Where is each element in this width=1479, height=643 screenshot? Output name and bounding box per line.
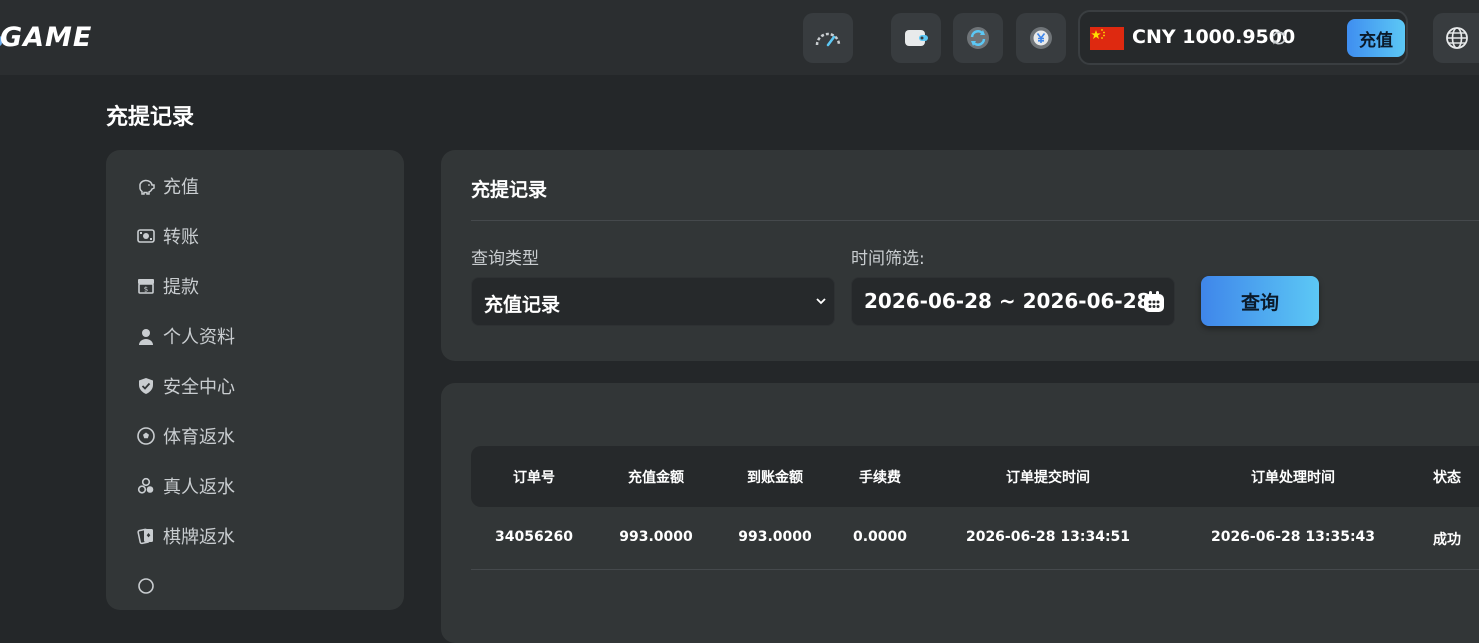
col-deposit-amount: 充值金额	[628, 470, 684, 486]
sidebar-item-security[interactable]: 安全中心	[136, 371, 235, 401]
cell-status: 成功	[1433, 532, 1461, 548]
yen-button[interactable]	[1016, 13, 1066, 63]
cell-submit-time: 2026-06-28 13:34:51	[965, 529, 1131, 545]
wallet-icon	[905, 30, 928, 46]
col-status: 状态	[1433, 470, 1461, 486]
sidebar-item-label: 提款	[163, 277, 199, 298]
filter-panel: 充提记录 查询类型 充值记录 时间筛选: 2026-06-28 ~ 2026-0…	[441, 150, 1479, 361]
cell-order-id: 34056260	[495, 529, 573, 545]
cash-icon	[136, 226, 156, 246]
cell-process-time: 2026-06-28 13:35:43	[1210, 529, 1376, 545]
table-row: 34056260 993.0000 993.0000 0.0000 2026-0…	[471, 507, 1479, 570]
svg-text:$: $	[144, 286, 148, 294]
refresh-icon[interactable]	[1270, 29, 1288, 47]
refresh-exchange-icon	[967, 27, 989, 49]
sidebar-item-label: 棋牌返水	[163, 527, 235, 548]
sidebar-item-label: 转账	[163, 227, 199, 248]
shield-icon	[136, 376, 156, 396]
sidebar-item-label: 真人返水	[163, 477, 235, 498]
query-type-select[interactable]: 充值记录	[471, 277, 835, 326]
cell-deposit-amount: 993.0000	[619, 529, 693, 545]
divider	[471, 220, 1479, 221]
balance-box: CNY 1000.9500 充值	[1078, 10, 1408, 65]
date-range-input[interactable]: 2026-06-28 ~ 2026-06-28	[851, 277, 1175, 326]
piggy-bank-icon	[136, 176, 156, 196]
sidebar-item-deposit[interactable]: 充值	[136, 171, 199, 201]
sidebar-item-live-rebate[interactable]: 真人返水	[136, 471, 235, 501]
col-fee: 手续费	[859, 470, 901, 486]
cards-icon	[136, 526, 156, 546]
col-order-id: 订单号	[513, 470, 555, 486]
top-bar: GAME CNY 1000.9500 充值	[0, 0, 1479, 75]
withdraw-icon: $	[136, 276, 156, 296]
wallet-button[interactable]	[891, 13, 941, 63]
language-button[interactable]	[1433, 13, 1479, 63]
query-type-value: 充值记录	[484, 294, 561, 316]
speedometer-icon	[815, 32, 841, 47]
date-range-value: 2026-06-28 ~ 2026-06-28	[864, 289, 1151, 313]
query-type-label: 查询类型	[471, 249, 539, 269]
partial-icon	[136, 576, 156, 596]
calendar-icon[interactable]	[1142, 290, 1166, 314]
sidebar-item-cards-rebate[interactable]: 棋牌返水	[136, 521, 235, 551]
exchange-button[interactable]	[953, 13, 1003, 63]
query-button[interactable]: 查询	[1201, 276, 1319, 326]
sidebar: 充值 转账 $ 提款 个人资料 安全中心 体育返水 真人返水 棋牌返水	[106, 150, 404, 610]
records-panel: 订单号 充值金额 到账金额 手续费 订单提交时间 订单处理时间 状态 34056…	[441, 383, 1479, 643]
col-process-time: 订单处理时间	[1251, 470, 1335, 486]
speedometer-button[interactable]	[803, 13, 853, 63]
sidebar-item-label: 个人资料	[163, 327, 235, 348]
china-flag-icon	[1090, 27, 1124, 50]
sidebar-item-label: 体育返水	[163, 427, 235, 448]
sidebar-item-label: 安全中心	[163, 377, 235, 398]
soccer-ball-icon	[136, 426, 156, 446]
sidebar-item-label: 充值	[163, 177, 199, 198]
yen-coin-icon	[1030, 27, 1052, 49]
logo[interactable]: GAME	[0, 22, 92, 53]
deposit-button[interactable]: 充值	[1347, 19, 1405, 57]
globe-icon	[1446, 27, 1468, 49]
table-header: 订单号 充值金额 到账金额 手续费 订单提交时间 订单处理时间 状态	[471, 446, 1479, 507]
col-submit-time: 订单提交时间	[1006, 470, 1090, 486]
cell-fee: 0.0000	[852, 529, 908, 545]
time-filter-label: 时间筛选:	[851, 249, 925, 269]
col-received-amount: 到账金额	[747, 470, 803, 486]
sidebar-item-profile[interactable]: 个人资料	[136, 321, 235, 351]
chips-icon	[136, 476, 156, 496]
sidebar-item-transfer[interactable]: 转账	[136, 221, 199, 251]
sidebar-item-partial[interactable]	[136, 571, 163, 601]
page-title: 充提记录	[106, 105, 195, 130]
sidebar-item-sports-rebate[interactable]: 体育返水	[136, 421, 235, 451]
chevron-down-icon	[816, 298, 826, 305]
panel-title: 充提记录	[471, 179, 548, 201]
cell-received-amount: 993.0000	[738, 529, 812, 545]
sidebar-item-withdraw[interactable]: $ 提款	[136, 271, 199, 301]
user-icon	[136, 326, 156, 346]
